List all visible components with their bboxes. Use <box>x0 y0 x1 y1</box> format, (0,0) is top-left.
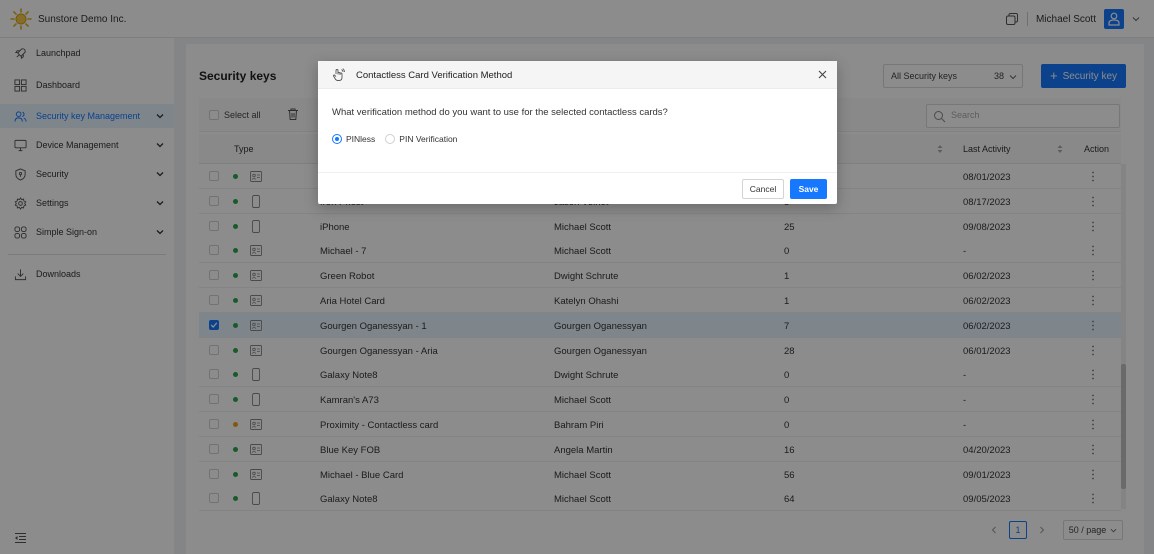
dialog-title: Contactless Card Verification Method <box>356 70 513 81</box>
verification-method-dialog: Contactless Card Verification Method Wha… <box>318 61 837 204</box>
save-button[interactable]: Save <box>790 179 827 199</box>
pinless-label[interactable]: PINless <box>346 134 375 144</box>
verification-method-radio-group: PINless PIN Verification <box>332 134 457 144</box>
pinless-radio[interactable] <box>332 134 342 144</box>
pin-verification-label[interactable]: PIN Verification <box>399 134 457 144</box>
dialog-footer: Cancel Save <box>318 172 837 204</box>
pin-verification-radio[interactable] <box>385 134 396 144</box>
dialog-question: What verification method do you want to … <box>332 107 668 118</box>
contactless-tap-icon <box>333 68 345 81</box>
dialog-header: Contactless Card Verification Method <box>318 61 837 89</box>
close-icon[interactable] <box>818 70 827 79</box>
cancel-button[interactable]: Cancel <box>742 179 784 199</box>
